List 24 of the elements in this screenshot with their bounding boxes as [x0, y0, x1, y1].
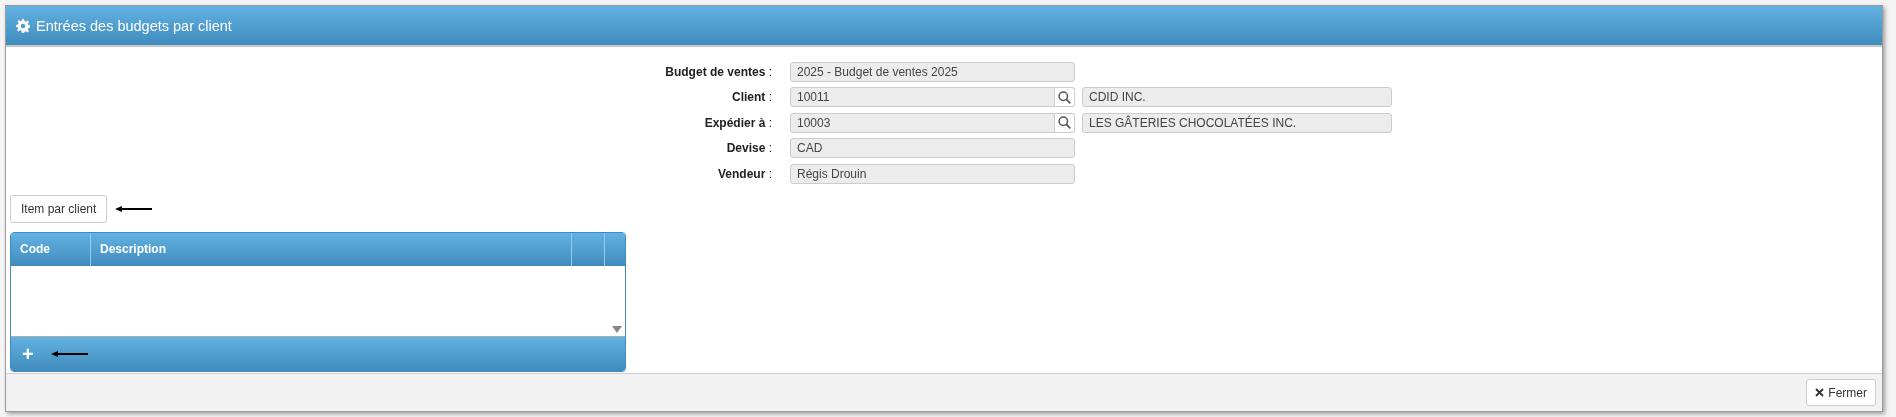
arrow-icon	[50, 350, 89, 357]
gear-icon	[16, 18, 30, 33]
search-button[interactable]	[1055, 87, 1075, 108]
field-label: Client :	[731, 90, 773, 105]
scroll-down-icon[interactable]	[612, 325, 622, 333]
input-field[interactable]: CDID INC.	[1082, 87, 1392, 108]
input-field[interactable]: LES GÂTERIES CHOCOLATÉES INC.	[1082, 112, 1392, 133]
field-label: Budget de ventes :	[664, 64, 773, 79]
search-icon	[1058, 90, 1071, 104]
field-label: Devise :	[725, 141, 773, 156]
input-field[interactable]: Régis Drouin	[790, 163, 1075, 184]
close-button[interactable]: Fermer	[1806, 379, 1876, 406]
input-field[interactable]: 2025 - Budget de ventes 2025	[790, 61, 1075, 82]
field-label: Expédier à :	[703, 115, 773, 130]
window-title: Entrées des budgets par client	[36, 17, 232, 34]
search-button[interactable]	[1055, 112, 1075, 133]
input-field[interactable]: CAD	[790, 138, 1075, 159]
input-field[interactable]: 10003	[790, 112, 1055, 133]
item-button[interactable]: Item par client	[10, 194, 108, 223]
close-icon	[1815, 388, 1825, 397]
input-field[interactable]: 10011	[790, 87, 1055, 108]
field-label: Vendeur :	[716, 166, 773, 181]
search-icon	[1058, 116, 1071, 130]
arrow-icon	[115, 205, 154, 212]
